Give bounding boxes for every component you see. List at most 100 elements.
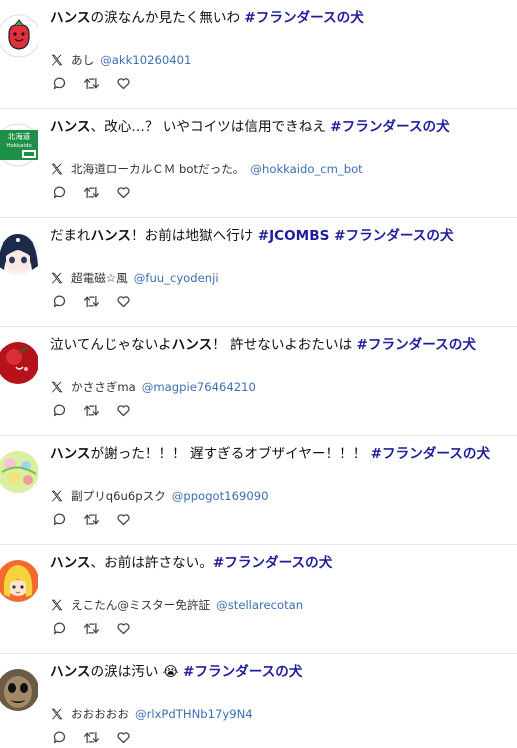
- anime-girl-avatar-icon[interactable]: [0, 226, 38, 278]
- tweet-actions: [50, 728, 146, 746]
- tweet-name-mention: ハンス: [90, 228, 132, 244]
- x-logo-icon: [51, 163, 63, 175]
- avatar-logo-subtext: Hokkaido: [6, 143, 32, 149]
- author-handle[interactable]: @rlxPdTHNb17y9N4: [135, 706, 253, 722]
- tweet-text: だまれハンス！お前は地獄へ行け #JCOMBS #フランダースの犬: [50, 226, 511, 246]
- author-handle[interactable]: @fuu_cyodenji: [134, 270, 219, 286]
- author-name[interactable]: 北海道ローカルＣＭ botだった。: [71, 161, 244, 177]
- tweet-text: ハンスの涙は汚い 😭 #フランダースの犬: [50, 662, 511, 682]
- tweet-body: ！ 許せないよおたいは: [212, 337, 357, 353]
- author-name[interactable]: かささぎma: [71, 379, 136, 395]
- retweet-icon[interactable]: [82, 74, 100, 92]
- heart-icon[interactable]: [114, 292, 132, 310]
- hokkaido-logo-avatar-icon[interactable]: 北海道 Hokkaido: [0, 117, 38, 169]
- tweet-actions: [50, 510, 146, 528]
- tweet-actions: [50, 292, 146, 310]
- x-logo-icon: [51, 272, 63, 284]
- colorful-pattern-avatar-icon[interactable]: [0, 444, 38, 496]
- hashtag-link[interactable]: #JCOMBS #フランダースの犬: [258, 228, 454, 244]
- avatar-logo-text: 北海道: [8, 131, 31, 141]
- tweet-source: 副プリq6u6pスク @ppogot169090: [50, 488, 268, 504]
- tweet-body: が謝った！！！ 遅すぎるオブザイヤー！！！: [90, 446, 371, 462]
- tweet-lead: ハンス: [50, 10, 91, 26]
- author-name[interactable]: あし: [71, 52, 94, 68]
- tweet-card[interactable]: 泣いてんじゃないよハンス！ 許せないよおたいは #フランダースの犬 かささぎma…: [0, 327, 517, 436]
- retweet-icon[interactable]: [82, 619, 100, 637]
- retweet-icon[interactable]: [82, 183, 100, 201]
- tweet-lead: ハンス: [50, 119, 91, 135]
- tweet-actions: [50, 401, 146, 419]
- author-name[interactable]: おおおおお: [71, 706, 129, 722]
- tweet-card[interactable]: だまれハンス！お前は地獄へ行け #JCOMBS #フランダースの犬 超電磁☆風 …: [0, 218, 517, 327]
- tweet-actions: [50, 183, 146, 201]
- heart-icon[interactable]: [114, 619, 132, 637]
- author-handle[interactable]: @hokkaido_cm_bot: [250, 161, 362, 177]
- tweet-lead: ハンス: [50, 555, 91, 571]
- x-logo-icon: [51, 381, 63, 393]
- x-logo-icon: [51, 599, 63, 611]
- tweet-card[interactable]: ハンス、お前は許さない。#フランダースの犬 えこたん@ミスター免許証 @stel…: [0, 545, 517, 654]
- tweet-text: ハンスが謝った！！！ 遅すぎるオブザイヤー！！！ #フランダースの犬: [50, 444, 511, 464]
- tweet-body: の涙なんか見たく無いわ: [90, 10, 245, 26]
- hashtag-link[interactable]: #フランダースの犬: [213, 555, 332, 571]
- heart-icon[interactable]: [114, 183, 132, 201]
- author-handle[interactable]: @magpie76464210: [142, 379, 256, 395]
- tweet-body: の涙は汚い 😭: [90, 664, 184, 680]
- tweet-source: 北海道ローカルＣＭ botだった。 @hokkaido_cm_bot: [50, 161, 363, 177]
- red-apple-avatar-icon[interactable]: [0, 335, 38, 387]
- hashtag-link[interactable]: #フランダースの犬: [357, 337, 476, 353]
- author-handle[interactable]: @akk10260401: [100, 52, 191, 68]
- author-name[interactable]: えこたん@ミスター免許証: [71, 597, 210, 613]
- tweet-text: 泣いてんじゃないよハンス！ 許せないよおたいは #フランダースの犬: [50, 335, 511, 355]
- retweet-icon[interactable]: [82, 510, 100, 528]
- author-handle[interactable]: @stellarecotan: [216, 597, 303, 613]
- tweet-source: かささぎma @magpie76464210: [50, 379, 256, 395]
- reply-icon[interactable]: [50, 183, 68, 201]
- tweet-card[interactable]: 北海道 Hokkaido ハンス、改心…？ いやコイツは信用できねえ #フランダ…: [0, 109, 517, 218]
- tweet-source: えこたん@ミスター免許証 @stellarecotan: [50, 597, 303, 613]
- author-name[interactable]: 副プリq6u6pスク: [71, 488, 166, 504]
- dark-face-avatar-icon[interactable]: [0, 662, 38, 714]
- reply-icon[interactable]: [50, 728, 68, 746]
- hashtag-link[interactable]: #フランダースの犬: [330, 119, 449, 135]
- retweet-icon[interactable]: [82, 728, 100, 746]
- tweet-body: 、お前は許さない。: [90, 555, 213, 571]
- reply-icon[interactable]: [50, 292, 68, 310]
- hashtag-link[interactable]: #フランダースの犬: [183, 664, 302, 680]
- reply-icon[interactable]: [50, 619, 68, 637]
- reply-icon[interactable]: [50, 401, 68, 419]
- tweet-feed: ハンスの涙なんか見たく無いわ #フランダースの犬 あし @akk10260401…: [0, 0, 517, 748]
- author-handle[interactable]: @ppogot169090: [172, 488, 269, 504]
- tweet-lead: 泣いてんじゃないよ: [50, 337, 172, 353]
- tweet-lead: だまれ: [50, 228, 91, 244]
- tweet-body: ！お前は地獄へ行け: [131, 228, 258, 244]
- tweet-text: ハンス、改心…？ いやコイツは信用できねえ #フランダースの犬: [50, 117, 511, 137]
- retweet-icon[interactable]: [82, 292, 100, 310]
- hashtag-link[interactable]: #フランダースの犬: [244, 10, 363, 26]
- tweet-text: ハンス、お前は許さない。#フランダースの犬: [50, 553, 511, 573]
- heart-icon[interactable]: [114, 510, 132, 528]
- tweet-source: 超電磁☆風 @fuu_cyodenji: [50, 270, 219, 286]
- reply-icon[interactable]: [50, 74, 68, 92]
- retweet-icon[interactable]: [82, 401, 100, 419]
- heart-icon[interactable]: [114, 401, 132, 419]
- tweet-text: ハンスの涙なんか見たく無いわ #フランダースの犬: [50, 8, 511, 28]
- hashtag-link[interactable]: #フランダースの犬: [371, 446, 490, 462]
- tomato-avatar-icon[interactable]: [0, 8, 38, 60]
- tweet-card[interactable]: ハンスの涙は汚い 😭 #フランダースの犬 おおおおお @rlxPdTHNb17y…: [0, 654, 517, 748]
- tweet-body: 、改心…？ いやコイツは信用できねえ: [90, 119, 331, 135]
- author-name[interactable]: 超電磁☆風: [71, 270, 128, 286]
- heart-icon[interactable]: [114, 728, 132, 746]
- heart-icon[interactable]: [114, 74, 132, 92]
- tweet-actions: [50, 619, 146, 637]
- tweet-actions: [50, 74, 146, 92]
- blonde-character-avatar-icon[interactable]: [0, 553, 38, 605]
- tweet-card[interactable]: ハンスの涙なんか見たく無いわ #フランダースの犬 あし @akk10260401: [0, 0, 517, 109]
- x-logo-icon: [51, 490, 63, 502]
- reply-icon[interactable]: [50, 510, 68, 528]
- x-logo-icon: [51, 54, 63, 66]
- tweet-source: おおおおお @rlxPdTHNb17y9N4: [50, 706, 253, 722]
- tweet-lead: ハンス: [50, 664, 91, 680]
- tweet-card[interactable]: ハンスが謝った！！！ 遅すぎるオブザイヤー！！！ #フランダースの犬 副プリq6…: [0, 436, 517, 545]
- tweet-name-mention: ハンス: [171, 337, 213, 353]
